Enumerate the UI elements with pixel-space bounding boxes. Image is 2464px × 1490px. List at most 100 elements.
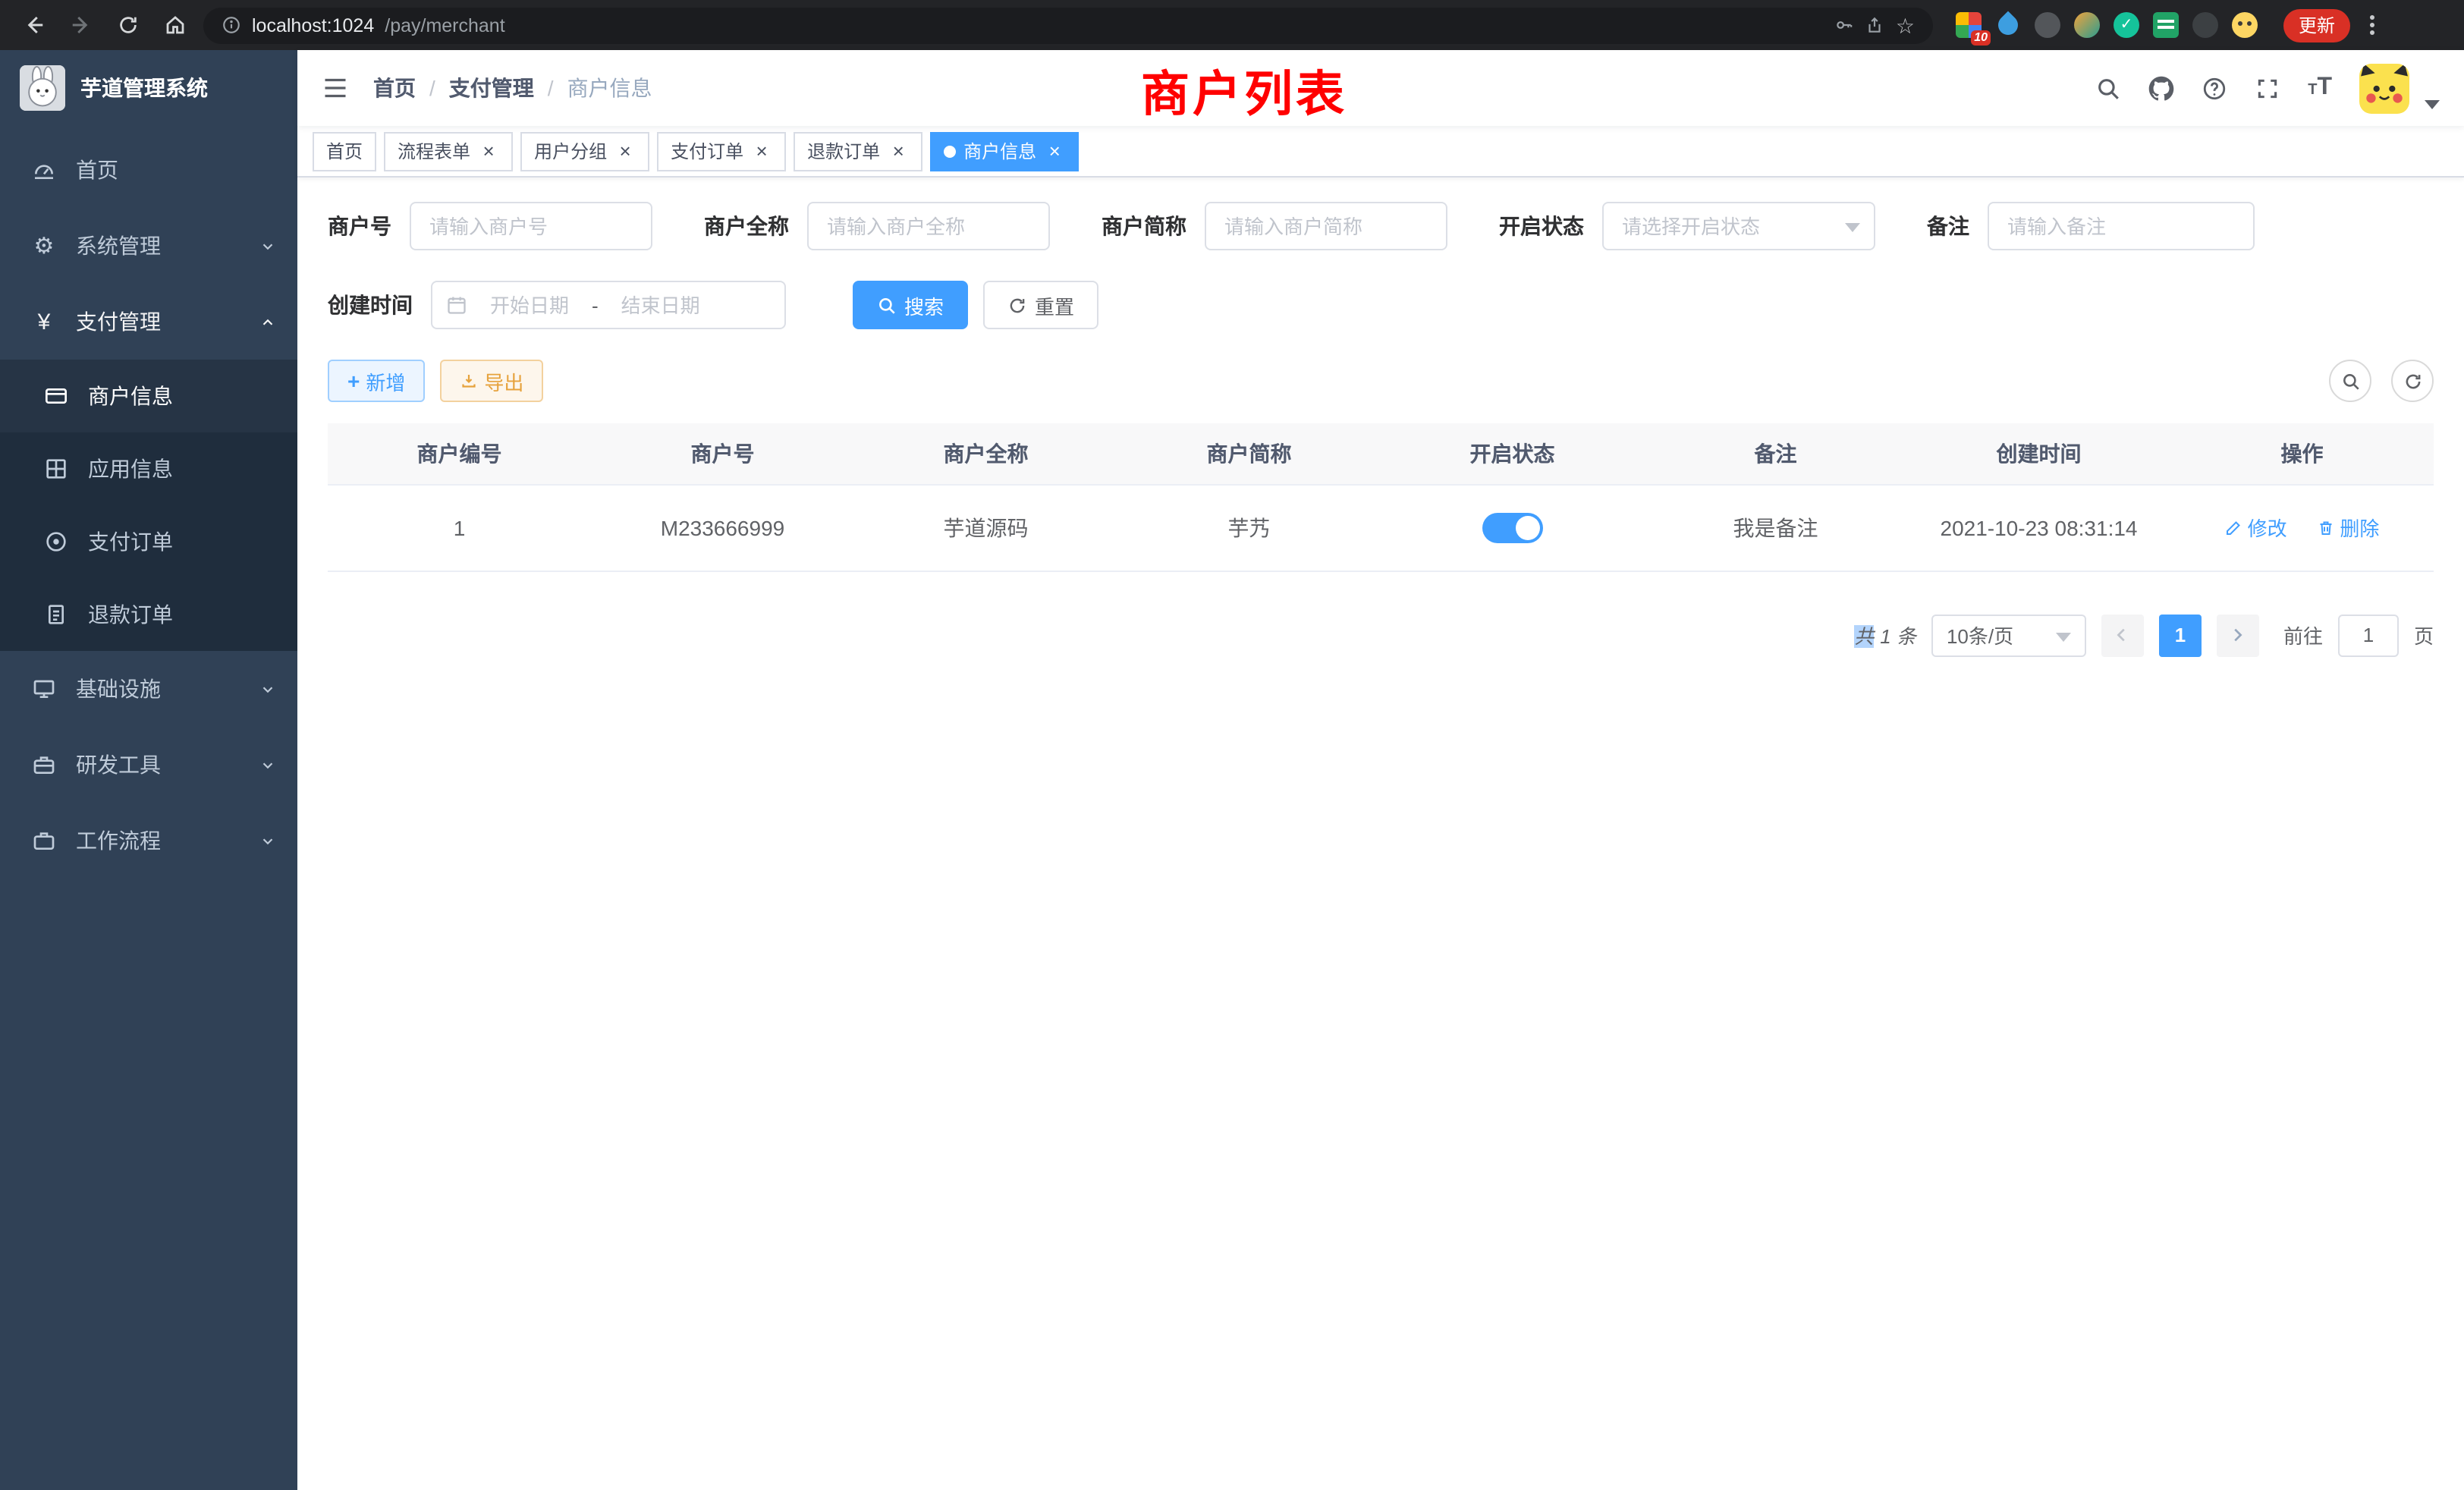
bookmark-star-icon[interactable]: ☆ — [1896, 14, 1915, 36]
search-icon[interactable] — [2095, 75, 2121, 101]
browser-home-icon[interactable] — [156, 7, 193, 43]
font-size-icon[interactable]: TT — [2308, 74, 2332, 102]
close-icon[interactable]: × — [478, 140, 499, 162]
add-button[interactable]: + 新增 — [328, 360, 425, 402]
table-row: 1 M233666999 芋道源码 芋艿 我是备注 2021-10-23 08:… — [328, 484, 2434, 571]
merchant-no-input[interactable] — [410, 202, 652, 250]
browser-forward-icon[interactable] — [62, 7, 99, 43]
merchant-short-name-label: 商户简称 — [1102, 211, 1205, 241]
status-toggle[interactable] — [1482, 512, 1543, 542]
github-icon[interactable] — [2148, 75, 2174, 101]
page-1-button[interactable]: 1 — [2159, 614, 2202, 656]
cell-merchant-id: 1 — [328, 484, 591, 571]
remark-input[interactable] — [1988, 202, 2255, 250]
close-icon[interactable]: × — [614, 140, 636, 162]
delete-button[interactable]: 删除 — [2317, 513, 2379, 542]
logo-avatar — [20, 65, 65, 111]
browser-address-bar[interactable]: localhost:1024/pay/merchant ☆ — [203, 7, 1933, 43]
next-page-button[interactable] — [2217, 614, 2259, 656]
pagination: 共1 条 10条/页 1 前往 页 — [328, 614, 2434, 656]
goto-page-input[interactable] — [2338, 614, 2399, 656]
browser-menu-icon[interactable] — [2361, 9, 2384, 41]
tab-refund-order[interactable]: 退款订单 × — [794, 131, 922, 171]
page-unit-label: 页 — [2414, 621, 2434, 649]
extension-notes-icon[interactable] — [2153, 12, 2179, 38]
prev-page-button[interactable] — [2101, 614, 2144, 656]
toggle-search-button[interactable] — [2329, 360, 2371, 402]
breadcrumb-payment[interactable]: 支付管理 — [449, 73, 534, 103]
merchant-name-input[interactable] — [807, 202, 1050, 250]
page-size-select[interactable]: 10条/页 — [1931, 614, 2086, 656]
column-header: 备注 — [1644, 423, 1907, 484]
breadcrumb-separator: / — [429, 76, 435, 100]
share-icon[interactable] — [1865, 15, 1885, 35]
tab-home[interactable]: 首页 — [313, 131, 376, 171]
status-select[interactable] — [1602, 202, 1875, 250]
sidebar-item-app-info[interactable]: 应用信息 — [0, 432, 297, 505]
page-size-value: 10条/页 — [1947, 621, 2013, 649]
extension-check-icon[interactable] — [2114, 12, 2139, 38]
table-header-row: 商户编号 商户号 商户全称 商户简称 开启状态 备注 创建时间 操作 — [328, 423, 2434, 484]
sidebar-item-infrastructure[interactable]: 基础设施 — [0, 651, 297, 727]
sidebar-item-refund-order[interactable]: 退款订单 — [0, 578, 297, 651]
browser-back-icon[interactable] — [15, 7, 52, 43]
extension-drop-icon[interactable] — [1994, 11, 2022, 39]
refresh-table-button[interactable] — [2391, 360, 2434, 402]
tab-payment-order[interactable]: 支付订单 × — [657, 131, 786, 171]
sidebar-item-home[interactable]: 首页 — [0, 132, 297, 208]
merchant-no-label: 商户号 — [328, 211, 410, 241]
chevron-down-icon — [259, 237, 276, 254]
merchant-table: 商户编号 商户号 商户全称 商户简称 开启状态 备注 创建时间 操作 1 — [328, 423, 2434, 571]
extension-avatar-icon[interactable] — [2074, 12, 2100, 38]
sidebar-item-workflow[interactable]: 工作流程 — [0, 803, 297, 879]
annotation-title: 商户列表 — [1141, 56, 1347, 126]
date-range-picker[interactable]: - — [431, 281, 786, 329]
fullscreen-icon[interactable] — [2255, 75, 2280, 101]
sidebar-item-system[interactable]: ⚙ 系统管理 — [0, 208, 297, 284]
app-title: 芋道管理系统 — [80, 73, 208, 103]
avatar-caret-icon[interactable] — [2425, 99, 2440, 108]
password-key-icon[interactable] — [1835, 15, 1855, 35]
breadcrumb-home[interactable]: 首页 — [373, 73, 416, 103]
sidebar-item-label: 系统管理 — [76, 231, 241, 261]
chrome-update-button[interactable]: 更新 — [2283, 8, 2350, 42]
breadcrumb-current: 商户信息 — [567, 73, 652, 103]
export-button[interactable]: 导出 — [440, 360, 543, 402]
extension-dark-circle-icon[interactable] — [2035, 12, 2060, 38]
tab-merchant-info[interactable]: 商户信息 × — [930, 131, 1079, 171]
browser-reload-icon[interactable] — [109, 7, 146, 43]
filter-create-time: 创建时间 - — [328, 281, 786, 329]
sidebar-item-payment-order[interactable]: 支付订单 — [0, 505, 297, 578]
sidebar-item-devtools[interactable]: 研发工具 — [0, 727, 297, 803]
filter-merchant-short-name: 商户简称 — [1102, 202, 1447, 250]
sidebar-toggle-icon[interactable] — [322, 74, 349, 102]
app-logo[interactable]: 芋道管理系统 — [0, 50, 297, 126]
tab-process-form[interactable]: 流程表单 × — [384, 131, 513, 171]
tab-user-group[interactable]: 用户分组 × — [520, 131, 649, 171]
reset-button[interactable]: 重置 — [983, 281, 1098, 329]
column-header: 商户号 — [591, 423, 854, 484]
close-icon[interactable]: × — [751, 140, 772, 162]
end-date-input[interactable] — [605, 294, 717, 316]
chevron-down-icon — [259, 756, 276, 773]
sidebar-menu: 首页 ⚙ 系统管理 ¥ 支付管理 — [0, 126, 297, 1490]
sidebar-item-merchant-info[interactable]: 商户信息 — [0, 360, 297, 432]
merchant-short-name-input[interactable] — [1205, 202, 1447, 250]
start-date-input[interactable] — [473, 294, 586, 316]
user-avatar[interactable] — [2359, 63, 2409, 113]
download-icon — [460, 372, 478, 390]
extension-pin-icon[interactable] — [2192, 12, 2218, 38]
calendar-icon — [446, 294, 467, 316]
help-icon[interactable] — [2202, 75, 2227, 101]
close-icon[interactable]: × — [888, 140, 909, 162]
edit-button[interactable]: 修改 — [2225, 513, 2287, 542]
sidebar-item-payment[interactable]: ¥ 支付管理 — [0, 284, 297, 360]
sidebar-item-label: 支付订单 — [88, 527, 276, 557]
close-icon[interactable]: × — [1044, 140, 1065, 162]
search-button[interactable]: 搜索 — [853, 281, 968, 329]
extension-colorful-icon[interactable]: 10 — [1956, 12, 1982, 38]
extension-smiley-icon[interactable] — [2232, 12, 2258, 38]
refresh-icon — [1007, 295, 1027, 315]
plus-icon: + — [347, 370, 360, 391]
edit-button-label: 修改 — [2248, 513, 2287, 542]
